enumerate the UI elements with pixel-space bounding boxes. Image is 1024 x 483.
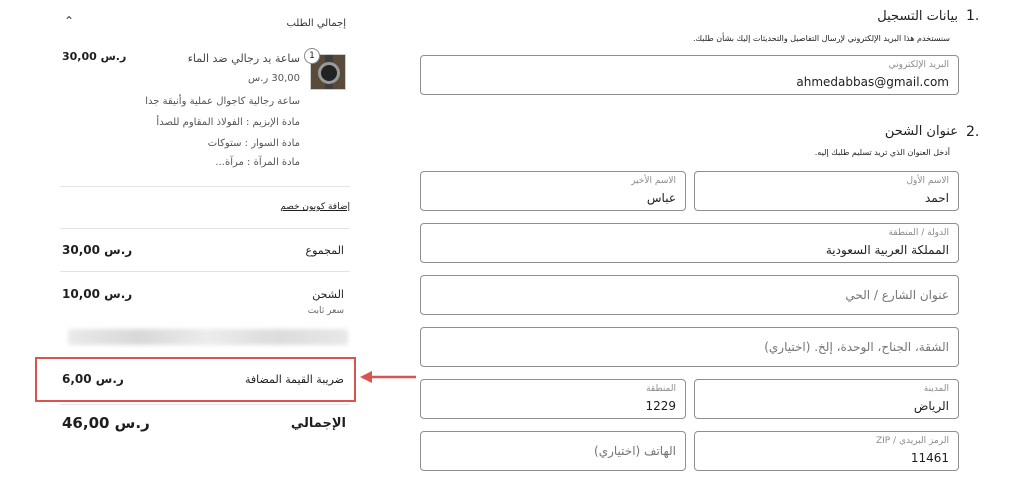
shipping-section-description: أدخل العنوان الذي تريد تسليم طلبك إليه. [814,148,950,157]
last-name-field-label: الاسم الأخير [631,176,676,186]
email-field-label: البريد الإلكتروني [888,60,949,70]
country-select[interactable]: الدولة / المنطقة المملكة العربية السعودي… [420,223,959,263]
subtotal-value: 30,00 ر.س [62,243,133,257]
add-coupon-link[interactable]: إضافة كوبون خصم [280,202,350,212]
quantity-badge: 1 [304,48,320,64]
divider [60,228,350,229]
total-value: 46,00 ر.س [62,414,150,432]
blurred-row [68,329,348,345]
country-select-label: الدولة / المنطقة [888,228,949,238]
product-name: ساعة يد رجالي ضد الماء [187,52,300,65]
region-field-label: المنطقة [646,384,676,394]
shipping-value: 10,00 ر.س [62,287,133,301]
first-name-field[interactable]: الاسم الأول احمد [694,171,959,211]
zip-field-value: 11461 [910,451,949,465]
phone-field[interactable]: الهاتف (اختياري) [420,431,686,471]
zip-field[interactable]: الرمز البريدي / ZIP 11461 [694,431,959,471]
product-line-total: 30,00 ر.س [62,50,127,63]
shipping-method: سعر ثابت [307,306,344,316]
city-field-value: الرياض [913,399,949,413]
street-address-placeholder: عنوان الشارع / الحي [845,288,949,302]
subtotal-label: المجموع [305,244,344,257]
order-summary: ⌃ إجمالي الطلب 1 ساعة يد رجالي ضد الماء … [50,0,358,483]
first-name-field-label: الاسم الأول [906,176,949,186]
zip-field-label: الرمز البريدي / ZIP [875,436,949,446]
order-summary-header[interactable]: ⌃ إجمالي الطلب [60,14,350,32]
section-number: 2. [966,124,980,140]
phone-placeholder: الهاتف (اختياري) [594,444,676,458]
region-field-value: 1229 [645,399,676,413]
apartment-placeholder: الشقة، الجناح، الوحدة، إلخ. (اختياري) [764,340,949,354]
country-select-value: المملكة العربية السعودية [825,243,949,257]
product-description: ساعة رجالية كاجوال عملية وأنيقة جدا [145,96,300,107]
product-attribute-mirror: مادة المرآة : مرآة... [215,157,300,168]
region-field[interactable]: المنطقة 1229 [420,379,686,419]
city-field[interactable]: المدينة الرياض [694,379,959,419]
contact-section-title: بيانات التسجيل [877,9,958,24]
city-field-label: المدينة [923,384,949,394]
order-summary-title: إجمالي الطلب [286,18,346,29]
first-name-field-value: احمد [925,191,949,205]
email-field-value: ahmedabbas@gmail.com [796,75,949,89]
last-name-field-value: عباس [646,191,676,205]
annotation-arrow-icon [360,371,416,383]
last-name-field[interactable]: الاسم الأخير عباس [420,171,686,211]
cart-item: 1 ساعة يد رجالي ضد الماء 30,00 ر.س 30,00… [60,44,350,174]
chevron-up-icon[interactable]: ⌃ [64,14,74,28]
section-number: 1. [966,8,980,24]
product-attribute-strap: مادة السوار : ستوكات [207,138,300,149]
divider [60,404,350,405]
street-address-field[interactable]: عنوان الشارع / الحي [420,275,959,315]
divider [60,271,350,272]
shipping-label: الشحن [312,288,344,301]
email-field[interactable]: البريد الإلكتروني ahmedabbas@gmail.com [420,55,959,95]
divider [60,186,350,187]
vat-highlight-box [35,357,356,402]
product-unit-price: 30,00 ر.س [247,73,300,84]
product-attribute-buckle: مادة الإبزيم : الفولاذ المقاوم للصدأ [156,117,300,128]
total-label: الإجمالي [290,416,346,431]
contact-section-description: سنستخدم هذا البريد الإلكتروني لإرسال الت… [693,34,950,43]
shipping-section-title: عنوان الشحن [884,124,958,139]
apartment-field[interactable]: الشقة، الجناح، الوحدة، إلخ. (اختياري) [420,327,959,367]
